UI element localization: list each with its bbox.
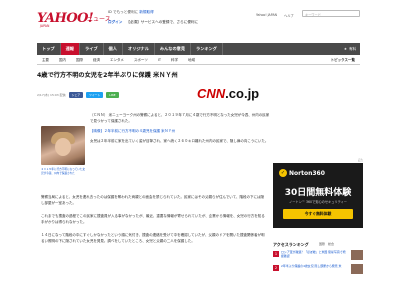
- subnav-item[interactable]: 科学: [166, 58, 183, 63]
- ranking-title: アクセスランキング: [273, 242, 309, 247]
- subnav-item[interactable]: 経済: [88, 58, 105, 63]
- source-logo[interactable]: CNN.co.jp: [197, 86, 259, 101]
- article-date: 2/17(木) 15:03 配信: [37, 93, 66, 97]
- check-icon: ✓: [279, 169, 287, 177]
- signup-link[interactable]: 新規取得: [139, 10, 153, 14]
- norton-brand-label: Norton360: [289, 169, 325, 177]
- rank-thumbnail[interactable]: [351, 264, 363, 274]
- ranking-tab[interactable]: 総合: [328, 242, 334, 246]
- yahoo-japan-link[interactable]: Yahoo! JAPAN: [256, 13, 277, 18]
- ranking-tabs: 国際 総合: [319, 242, 334, 246]
- rank-number: 1: [273, 251, 279, 257]
- subnav-item[interactable]: 主要: [37, 58, 54, 63]
- category-subnav: 主要 国内 国際 経済 エンタメ スポーツ IT 科学 地域 トピックス一覧: [37, 56, 360, 65]
- article-paragraph: 警察当局によると、女児を連れ去ったのは保護を奪われた両親との面会を禁じられていた…: [41, 195, 264, 205]
- nav-item-breaking[interactable]: 速報: [60, 43, 80, 55]
- subnav-item[interactable]: 国内: [54, 58, 71, 63]
- tweet-button[interactable]: ツイート: [86, 92, 104, 98]
- article-photo[interactable]: [41, 126, 85, 165]
- topics-link[interactable]: トピックス一覧: [326, 58, 360, 63]
- ranking-item[interactable]: 2 2年半ぶり保護の4歳女児 隠し部屋から発見 米: [273, 264, 363, 276]
- article-body-bottom: 警察当局によると、女児を連れ去ったのは保護を奪われた両親との面会を禁じられていた…: [41, 194, 267, 251]
- norton-ad[interactable]: ✓ Norton360 30日間無料体験 ノートン™ 360で安心のセキュリティ…: [273, 163, 363, 228]
- article-lead: （ＣＮＮ） 米ニューヨーク州の警察によると、２０１９年７月に４歳で行方不明となっ…: [90, 113, 270, 123]
- yahoo-logo-sub: JAPAN: [40, 24, 50, 28]
- main-nav: トップ 速報 ライブ 個人 オリジナル みんなの意見 ランキング ★ 有料: [37, 43, 360, 55]
- id-promo-text: ID でもっと便利に: [108, 10, 139, 14]
- ranking-tab[interactable]: 国際: [319, 242, 325, 246]
- nav-item-ranking[interactable]: ランキング: [191, 43, 223, 55]
- nav-item-individual[interactable]: 個人: [104, 43, 123, 55]
- ad-cta-button[interactable]: 今すぐ無料体験: [283, 209, 353, 219]
- subnav-item[interactable]: 国際: [71, 58, 88, 63]
- rank-headline[interactable]: 2年半ぶり保護の4歳女児 隠し部屋から発見 米: [281, 264, 347, 268]
- photo-face: [55, 138, 71, 156]
- login-sub: 【必須】サービスへの登録で、さらに便利に: [126, 20, 199, 24]
- help-link[interactable]: ヘルプ: [284, 13, 294, 18]
- nav-item-top[interactable]: トップ: [37, 43, 61, 55]
- id-promo: ID でもっと便利に 新規取得: [108, 10, 154, 15]
- ranking-item[interactable]: 1 ロシア軍が撤退？「ほぼ嘘」と米国 衛星写真で増援確認: [273, 250, 363, 262]
- related-video-link[interactable]: 【映像】２年半前に行方不明の４歳児を保護 米ＮＹ州: [90, 128, 270, 134]
- nav-item-opinion[interactable]: みんなの意見: [155, 43, 192, 55]
- header-links: Yahoo! JAPAN ヘルプ: [256, 13, 294, 18]
- article-paragraph: １４日になって階段の中にすぐしかなかったという顔に気付き、捜査の連絡を受けて中を…: [41, 233, 265, 243]
- ad-headline: 30日間無料体験: [284, 188, 352, 198]
- nav-premium-label: 有料: [349, 46, 356, 51]
- rank-number: 2: [273, 265, 279, 271]
- login-row: ログイン 【必須】サービスへの登録で、さらに便利に: [108, 20, 198, 25]
- subnav-item[interactable]: 地域: [183, 58, 200, 63]
- article: 4歳で行方不明の女児を2年半ぶりに保護 米ＮＹ州 2/17(木) 15:03 配…: [37, 68, 269, 243]
- source-logo-cnn: CNN: [197, 86, 226, 101]
- share-button[interactable]: シェア: [68, 92, 84, 98]
- article-paragraph: 女児は２年半前に家を出ていく姿が目撃され、家へ続く２６０キロ離れた州内の民家で、…: [90, 139, 269, 143]
- site-header: YAHOO! JAPAN ニュース ID でもっと便利に 新規取得 ログイン 【…: [0, 0, 400, 42]
- premium-icon: ★: [343, 47, 347, 51]
- article-body-top: （ＣＮＮ） 米ニューヨーク州の警察によると、２０１９年７月に４歳で行方不明となっ…: [90, 112, 270, 148]
- rank-thumbnail[interactable]: [351, 250, 363, 260]
- login-link[interactable]: ログイン: [108, 20, 122, 25]
- nav-item-original[interactable]: オリジナル: [123, 43, 155, 55]
- article-title: 4歳で行方不明の女児を2年半ぶりに保護 米ＮＹ州: [37, 72, 178, 79]
- photo-caption[interactable]: ２０１９年に行方不明になっていた女児が今週、州内で保護された: [41, 168, 85, 175]
- subnav-item[interactable]: エンタメ: [105, 58, 129, 63]
- subnav-item[interactable]: スポーツ: [129, 58, 153, 63]
- nav-premium[interactable]: ★ 有料: [344, 43, 360, 55]
- nav-item-live[interactable]: ライブ: [80, 43, 104, 55]
- ad-label: 広告: [357, 159, 363, 162]
- norton-brand: ✓ Norton360: [279, 169, 325, 177]
- search-input[interactable]: キーワード: [302, 10, 360, 17]
- subnav-item[interactable]: IT: [153, 58, 166, 62]
- rank-headline[interactable]: ロシア軍が撤退？「ほぼ嘘」と米国 衛星写真で増援確認: [281, 250, 347, 258]
- article-paragraph: これまでも捜査の過程でこの民家に捜査員が入る事がなかったが、最近、重要な情報が寄…: [41, 214, 265, 224]
- source-logo-domain: .co.jp: [225, 86, 260, 101]
- ad-subtext: ノートン™ 360で安心のセキュリティー: [289, 200, 347, 204]
- line-share-button[interactable]: LINE: [106, 92, 119, 98]
